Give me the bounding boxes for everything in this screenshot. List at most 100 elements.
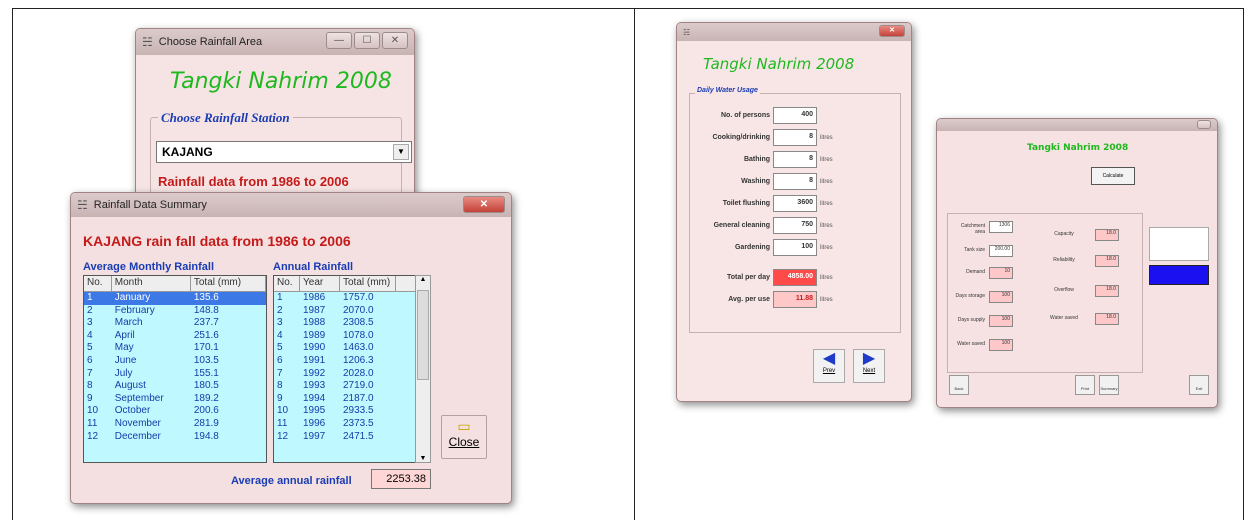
result-right-label: Overflow <box>1054 287 1074 293</box>
result-left-field[interactable]: 100 <box>989 315 1013 327</box>
cell-total: 237.7 <box>193 317 219 329</box>
usage-unit: litres <box>820 156 833 163</box>
list-item[interactable]: 2 1987 2070.0 <box>274 305 428 318</box>
result-left-field[interactable]: 100 <box>989 291 1013 303</box>
calculate-button[interactable]: Calculate <box>1091 167 1135 185</box>
cell-year: 1991 <box>303 354 326 366</box>
list-item[interactable]: 4 April 251.6 <box>84 330 266 343</box>
usage-row: No. of persons 400 <box>693 107 820 124</box>
close-summary-button[interactable]: ▭ Close <box>441 415 487 459</box>
result-back-button[interactable]: Back <box>949 375 969 395</box>
result-exit-button[interactable]: Exit <box>1189 375 1209 395</box>
cell-year: 1993 <box>303 380 326 392</box>
list-item[interactable]: 12 1997 2471.5 <box>274 431 428 444</box>
list-item[interactable]: 11 1996 2373.5 <box>274 418 428 431</box>
summary-heading: KAJANG rain fall data from 1986 to 2006 <box>83 233 351 249</box>
list-item[interactable]: 8 1993 2719.0 <box>274 380 428 393</box>
window-title: Rainfall Data Summary <box>93 199 207 211</box>
list-item[interactable]: 3 1988 2308.5 <box>274 317 428 330</box>
list-item[interactable]: 1 January 135.6 <box>84 292 266 305</box>
cell-no: 5 <box>87 342 93 354</box>
next-button[interactable]: ▶ Next <box>853 349 885 383</box>
column-header[interactable]: Total (mm) <box>340 276 396 291</box>
column-header[interactable]: Total (mm) <box>191 276 266 291</box>
list-item[interactable]: 6 1991 1206.3 <box>274 355 428 368</box>
result-left-field[interactable]: 200.00 <box>989 245 1013 257</box>
station-select[interactable]: KAJANG ▼ <box>156 141 412 163</box>
column-header[interactable]: Month <box>112 276 191 291</box>
cell-month: July <box>114 367 133 379</box>
scroll-up-icon[interactable]: ▲ <box>416 276 430 283</box>
cell-year: 1987 <box>303 304 326 316</box>
usage-value-field[interactable]: 100 <box>773 239 817 256</box>
minimize-button[interactable]: — <box>326 32 352 49</box>
cell-month: October <box>114 405 151 417</box>
list-item[interactable]: 2 February 148.8 <box>84 305 266 318</box>
result-right-field: 18.0 <box>1095 285 1119 297</box>
cell-total: 251.6 <box>193 329 219 341</box>
column-header[interactable]: Year <box>300 276 340 291</box>
monthly-rainfall-list[interactable]: No. Month Total (mm) 1 January 135.6 2 Febru… <box>83 275 267 463</box>
cell-total: 2719.0 <box>343 380 374 392</box>
usage-value-field[interactable]: 400 <box>773 107 817 124</box>
cell-no: 5 <box>277 342 283 354</box>
cell-total: 189.2 <box>193 392 219 404</box>
list-item[interactable]: 12 December 194.8 <box>84 431 266 444</box>
list-item[interactable]: 6 June 103.5 <box>84 355 266 368</box>
column-header[interactable]: No. <box>84 276 112 291</box>
list-item[interactable]: 9 September 189.2 <box>84 393 266 406</box>
result-left-label: Water saved <box>957 341 985 347</box>
close-button[interactable] <box>1197 120 1211 129</box>
cell-no: 7 <box>87 367 93 379</box>
usage-value-field[interactable]: 8 <box>773 129 817 146</box>
usage-row: General cleaning 750 litres <box>693 217 833 234</box>
cell-total: 2471.5 <box>343 430 374 442</box>
result-summary-button[interactable]: Summary <box>1099 375 1119 395</box>
water-usage-window: ☵ ✕ Tangki Nahrim 2008 Daily Water Usage… <box>676 22 912 402</box>
close-button[interactable]: ✕ <box>463 196 505 213</box>
cell-year: 1995 <box>303 405 326 417</box>
usage-unit: litres <box>820 134 833 141</box>
list-item[interactable]: 10 1995 2933.5 <box>274 405 428 418</box>
column-header[interactable]: No. <box>274 276 300 291</box>
cell-no: 3 <box>277 317 283 329</box>
usage-value-field[interactable]: 750 <box>773 217 817 234</box>
chevron-down-icon[interactable]: ▼ <box>393 144 409 160</box>
button-label: Summary <box>1100 386 1118 391</box>
title-bar: ☵ Choose Rainfall Area — ☐ ✕ <box>136 29 414 55</box>
list-item[interactable]: 10 October 200.6 <box>84 405 266 418</box>
list-item[interactable]: 3 March 237.7 <box>84 317 266 330</box>
list-item[interactable]: 5 May 170.1 <box>84 342 266 355</box>
calculate-label: Calculate <box>1102 173 1124 179</box>
list-header: No. Month Total (mm) <box>84 276 266 292</box>
list-item[interactable]: 5 1990 1463.0 <box>274 342 428 355</box>
usage-value-field[interactable]: 8 <box>773 151 817 168</box>
result-left-field[interactable]: 100 <box>989 339 1013 351</box>
usage-row: Avg. per use 11.88 litres <box>693 291 833 308</box>
scroll-down-icon[interactable]: ▼ <box>416 455 430 462</box>
list-item[interactable]: 11 November 281.9 <box>84 418 266 431</box>
app-title: Tangki Nahrim 2008 <box>170 69 392 94</box>
usage-value-field[interactable]: 3600 <box>773 195 817 212</box>
prev-button[interactable]: ◀ Prev <box>813 349 845 383</box>
result-left-field[interactable]: 1306 <box>989 221 1013 233</box>
close-button[interactable]: ✕ <box>382 32 408 49</box>
annual-scrollbar[interactable]: ▲ ▼ <box>415 275 431 463</box>
white-preview <box>1149 227 1209 261</box>
usage-value-field[interactable]: 8 <box>773 173 817 190</box>
list-item[interactable]: 9 1994 2187.0 <box>274 393 428 406</box>
result-left-field[interactable]: 10 <box>989 267 1013 279</box>
annual-rainfall-list[interactable]: No. Year Total (mm) 1 1986 1757.0 2 1987 2070… <box>273 275 429 463</box>
cell-total: 180.5 <box>193 380 219 392</box>
list-item[interactable]: 4 1989 1078.0 <box>274 330 428 343</box>
list-item[interactable]: 8 August 180.5 <box>84 380 266 393</box>
list-item[interactable]: 1 1986 1757.0 <box>274 292 428 305</box>
maximize-button[interactable]: ☐ <box>354 32 380 49</box>
cell-month: December <box>114 430 161 442</box>
cell-total: 2933.5 <box>343 405 374 417</box>
close-button[interactable]: ✕ <box>879 25 905 37</box>
result-print-button[interactable]: Print <box>1075 375 1095 395</box>
list-item[interactable]: 7 July 155.1 <box>84 368 266 381</box>
scroll-thumb[interactable] <box>417 290 429 380</box>
list-item[interactable]: 7 1992 2028.0 <box>274 368 428 381</box>
